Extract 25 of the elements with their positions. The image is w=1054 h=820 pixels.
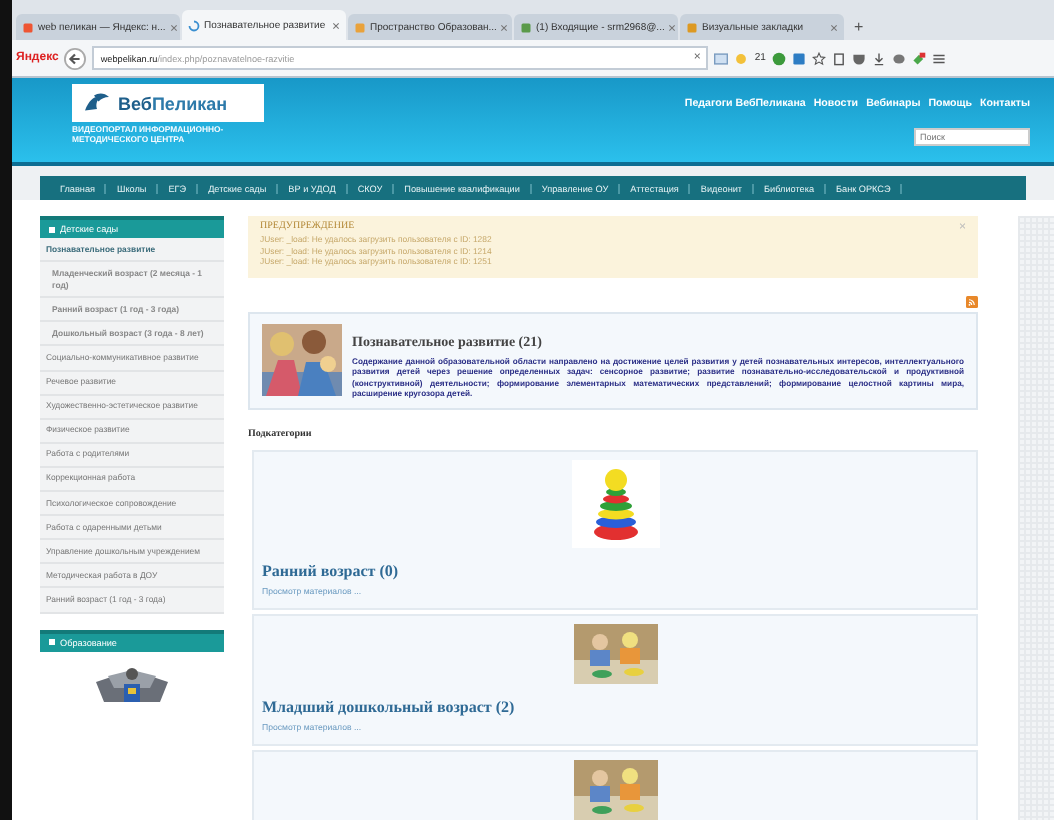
new-tab-button[interactable]: +: [846, 18, 872, 40]
module-icon: [48, 225, 56, 233]
close-icon[interactable]: [830, 23, 838, 31]
download-icon[interactable]: [871, 51, 886, 65]
close-icon[interactable]: [332, 21, 340, 29]
extension-icon[interactable]: [911, 51, 926, 65]
module-icon: [48, 638, 56, 646]
close-icon[interactable]: [169, 23, 178, 31]
subcategory-title[interactable]: Младший дошкольный возраст (2): [262, 684, 968, 723]
mail-icon[interactable]: [714, 51, 729, 65]
subcategory-title[interactable]: Ранний возраст (0): [262, 548, 968, 587]
close-icon[interactable]: [500, 23, 509, 31]
close-icon[interactable]: [668, 23, 677, 31]
rss-icon[interactable]: [966, 296, 978, 309]
pelican-icon: [82, 92, 112, 114]
back-button[interactable]: [64, 47, 87, 69]
site-icon: [22, 21, 34, 33]
square-icon[interactable]: [791, 51, 806, 65]
loading-icon: [188, 19, 200, 31]
site-logo[interactable]: ВебПеликан: [72, 84, 264, 122]
menu-icon[interactable]: [931, 51, 946, 65]
site-icon: [520, 21, 532, 33]
site-icon: [686, 21, 698, 33]
star-icon[interactable]: [811, 51, 826, 65]
site-icon: [354, 21, 366, 33]
